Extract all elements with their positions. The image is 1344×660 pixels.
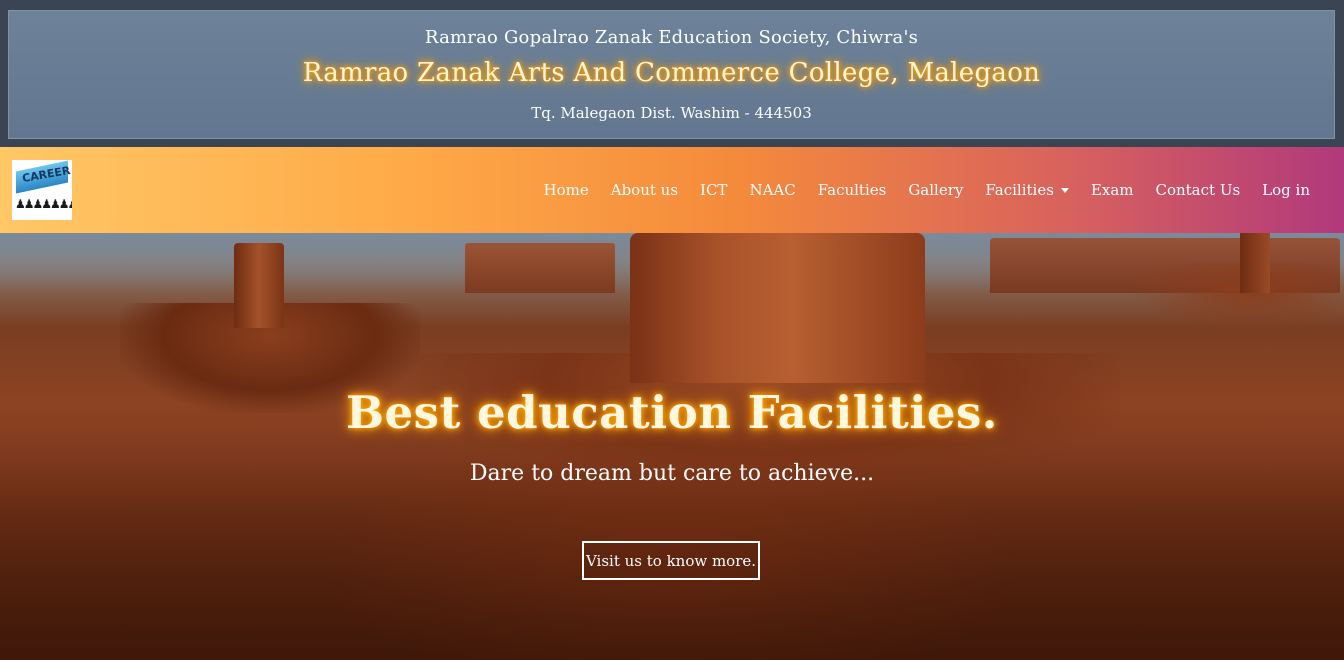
hero-mesa-center bbox=[630, 233, 925, 383]
hero-title: Best education Facilities. bbox=[346, 386, 998, 439]
nav-item-about-us[interactable]: About us bbox=[611, 181, 678, 199]
top-header-band: Ramrao Gopalrao Zanak Education Society,… bbox=[0, 0, 1344, 147]
college-header: Ramrao Gopalrao Zanak Education Society,… bbox=[8, 10, 1335, 139]
nav-item-home[interactable]: Home bbox=[544, 181, 589, 199]
nav-item-facilities-dropdown[interactable]: Facilities bbox=[985, 181, 1069, 199]
logo-people-silhouettes: ♟♟♟♟♟♟♟♟ bbox=[15, 197, 72, 211]
visit-us-button[interactable]: Visit us to know more. bbox=[582, 541, 760, 580]
hero-mesa-right-base bbox=[1130, 263, 1344, 333]
nav-item-faculties[interactable]: Faculties bbox=[818, 181, 887, 199]
hero-mesa-left-far bbox=[465, 243, 615, 293]
society-name: Ramrao Gopalrao Zanak Education Society,… bbox=[424, 27, 919, 48]
career-logo-icon[interactable]: CAREER ♟♟♟♟♟♟♟♟ bbox=[12, 160, 72, 220]
nav-item-exam[interactable]: Exam bbox=[1091, 181, 1134, 199]
nav-item-log-in[interactable]: Log in bbox=[1262, 181, 1310, 199]
college-name: Ramrao Zanak Arts And Commerce College, … bbox=[302, 58, 1041, 88]
nav-item-naac[interactable]: NAAC bbox=[749, 181, 795, 199]
chevron-down-icon bbox=[1060, 187, 1069, 193]
hero-mesa-left-spire bbox=[234, 243, 284, 328]
nav-item-facilities-label: Facilities bbox=[985, 181, 1054, 199]
nav-item-ict[interactable]: ICT bbox=[700, 181, 727, 199]
main-navbar: CAREER ♟♟♟♟♟♟♟♟ Home About us ICT NAAC F… bbox=[0, 147, 1344, 233]
hero-mesa-right-spire bbox=[1240, 233, 1270, 293]
hero-banner: Best education Facilities. Dare to dream… bbox=[0, 233, 1344, 660]
nav-item-gallery[interactable]: Gallery bbox=[908, 181, 963, 199]
nav-links: Home About us ICT NAAC Faculties Gallery… bbox=[522, 147, 1310, 233]
hero-subtitle: Dare to dream but care to achieve... bbox=[469, 461, 875, 486]
nav-item-contact-us[interactable]: Contact Us bbox=[1155, 181, 1240, 199]
college-address: Tq. Malegaon Dist. Washim - 444503 bbox=[531, 104, 812, 122]
